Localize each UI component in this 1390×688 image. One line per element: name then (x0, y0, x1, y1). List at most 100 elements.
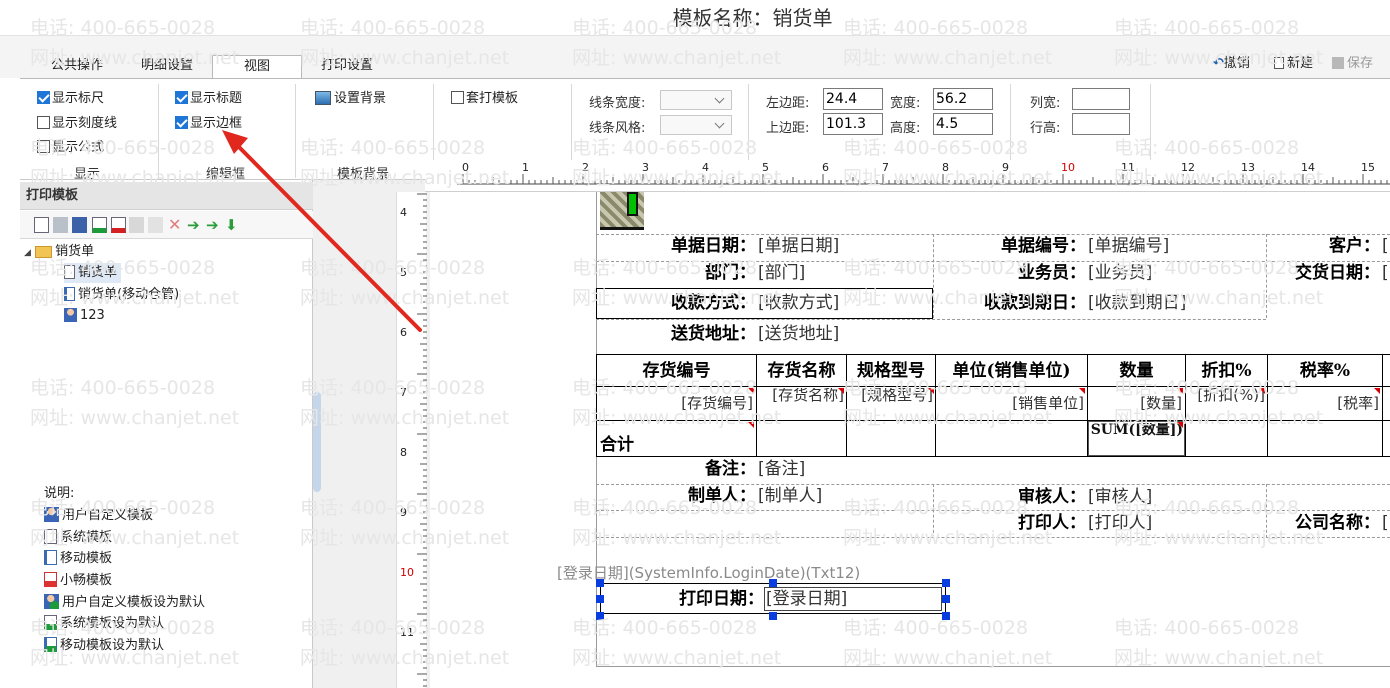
template-panel-header: 打印模板 (20, 182, 313, 210)
set-background-button[interactable]: 设置背景 (315, 90, 386, 108)
table-cell-tax-rate[interactable]: [税率] (1269, 396, 1379, 411)
resize-handle-se[interactable] (942, 612, 950, 620)
remove-icon[interactable]: ✕ (168, 217, 183, 233)
field-label-reviewer[interactable]: 审核人： (936, 485, 1086, 509)
show-scale-lines-checkbox[interactable]: 显示刻度线 (37, 115, 117, 133)
table-cell-item-name[interactable]: [存货名称] (758, 388, 844, 403)
table-cell-discount[interactable]: [折扣(%)] (1187, 388, 1265, 403)
table-header-discount[interactable]: 折扣% (1186, 355, 1267, 387)
undo-icon: ↶ (1213, 56, 1224, 71)
tree-item-sales-order-mobile[interactable]: 销货单(移动仓管) (64, 285, 179, 305)
tab-view[interactable]: 视图 (212, 55, 302, 78)
table-header-item-code[interactable]: 存货编号 (597, 355, 756, 387)
import-icon[interactable]: ➔ (187, 217, 202, 233)
mobile-template-icon (44, 550, 57, 565)
table-cell-unit[interactable]: [销售单位] (937, 396, 1084, 411)
field-label-creator[interactable]: 制单人： (600, 484, 756, 508)
table-header-unit[interactable]: 单位(销售单位) (936, 355, 1087, 387)
set-default-icon[interactable] (92, 217, 107, 233)
tab-print-settings[interactable]: 打印设置 (304, 55, 390, 78)
width-input[interactable]: 56.2 (933, 88, 993, 110)
print-date-value-box (764, 587, 942, 611)
field-value-customer[interactable]: [ (1382, 234, 1389, 258)
field-value-payment-due[interactable]: [收款到期日] (1088, 291, 1186, 315)
field-value-department[interactable]: [部门] (758, 261, 805, 285)
tab-detail-settings[interactable]: 明细设置 (124, 55, 210, 78)
field-label-payment-method[interactable]: 收款方式： (600, 291, 756, 315)
left-margin-input[interactable]: 24.4 (823, 88, 883, 110)
field-label-delivery-date[interactable]: 交货日期： (1266, 261, 1380, 285)
field-value-creator[interactable]: [制单人] (758, 484, 822, 508)
table-header-tax-rate[interactable]: 税率% (1268, 355, 1382, 387)
line-style-select[interactable] (660, 115, 732, 135)
table-total-sum[interactable]: SUM([数量]) (1090, 423, 1183, 438)
new-template-icon[interactable] (34, 217, 49, 233)
top-margin-input[interactable]: 101.3 (823, 113, 883, 135)
chevron-down-icon (714, 118, 725, 129)
overlay-template-checkbox[interactable]: 套打模板 (451, 90, 518, 108)
field-value-delivery-date[interactable]: [ (1382, 261, 1389, 285)
mobile-default-icon (44, 637, 57, 652)
field-label-payment-due[interactable]: 收款到期日： (936, 291, 1086, 315)
field-value-payment-method[interactable]: [收款方式] (758, 291, 839, 315)
ruler-number: 3 (642, 161, 649, 174)
undo-button[interactable]: ↶撤销 (1213, 54, 1250, 74)
table-cell-item-code[interactable]: [存货编号] (598, 396, 753, 411)
download-icon[interactable]: ⬇ (225, 217, 240, 233)
resize-handle-nw[interactable] (596, 579, 604, 587)
field-label-customer[interactable]: 客户： (1270, 234, 1380, 258)
row-height-input[interactable] (1072, 113, 1130, 135)
tab-common-ops[interactable]: 公共操作 (34, 55, 120, 78)
edit-template-icon[interactable] (72, 217, 87, 233)
field-value-remarks[interactable]: [备注] (758, 457, 805, 481)
table-cell-quantity[interactable]: [数量] (1089, 396, 1182, 411)
field-value-reviewer[interactable]: [审核人] (1088, 485, 1152, 509)
tree-item-123[interactable]: 123 (64, 306, 105, 326)
splitter-handle[interactable] (313, 392, 321, 492)
field-value-doc-date[interactable]: [单据日期] (758, 234, 839, 258)
resize-handle-s[interactable] (769, 612, 777, 620)
show-title-checkbox[interactable]: 显示标题 (175, 90, 242, 108)
show-border-checkbox[interactable]: 显示边框 (175, 115, 242, 133)
field-label-department[interactable]: 部门： (600, 261, 756, 285)
show-formula-checkbox[interactable]: 显示公式 (37, 139, 104, 157)
field-label-printer[interactable]: 打印人： (936, 511, 1086, 535)
field-value-company-name[interactable]: [ (1382, 511, 1389, 535)
height-input[interactable]: 4.5 (933, 113, 993, 135)
field-label-ship-address[interactable]: 送货地址： (600, 322, 756, 346)
save-button[interactable]: 保存 (1332, 54, 1373, 74)
table-header-quantity[interactable]: 数量 (1088, 355, 1185, 387)
table-total-label[interactable]: 合计 (600, 433, 634, 457)
line-width-select[interactable] (660, 90, 732, 110)
table-header-spec[interactable]: 规格型号 (847, 355, 935, 387)
field-label-doc-number[interactable]: 单据编号： (936, 234, 1086, 258)
field-label-print-date[interactable]: 打印日期： (602, 587, 764, 611)
field-value-ship-address[interactable]: [送货地址] (758, 322, 839, 346)
field-label-company-name[interactable]: 公司名称： (1266, 511, 1380, 535)
show-ruler-checkbox[interactable]: 显示标尺 (37, 90, 104, 108)
table-cell-spec[interactable]: [规格型号] (848, 388, 933, 403)
resize-handle-ne[interactable] (942, 579, 950, 587)
resize-handle-n[interactable] (769, 579, 777, 587)
field-value-printer[interactable]: [打印人] (1088, 511, 1152, 535)
rename-template-icon[interactable] (148, 217, 163, 233)
copy-template-icon[interactable] (129, 217, 144, 233)
ruler-number: 15 (1361, 161, 1375, 174)
table-header-item-name[interactable]: 存货名称 (757, 355, 846, 387)
field-value-doc-number[interactable]: [单据编号] (1088, 234, 1169, 258)
new-button[interactable]: 新建 (1274, 54, 1313, 74)
cell-marker (748, 388, 754, 394)
delete-template-icon[interactable] (111, 217, 126, 233)
save-template-icon[interactable] (53, 217, 68, 233)
tree-root-node[interactable]: ◢ 销货单 (24, 242, 94, 262)
export-icon[interactable]: ➔ (206, 217, 221, 233)
field-label-salesperson[interactable]: 业务员： (936, 261, 1086, 285)
field-label-doc-date[interactable]: 单据日期： (600, 234, 756, 258)
resize-handle-w[interactable] (596, 595, 604, 603)
resize-handle-e[interactable] (942, 595, 950, 603)
field-label-remarks[interactable]: 备注： (600, 457, 756, 481)
field-value-salesperson[interactable]: [业务员] (1088, 261, 1152, 285)
tree-item-sales-order[interactable]: 销货单 (64, 263, 122, 283)
column-width-input[interactable] (1072, 88, 1130, 110)
resize-handle-sw[interactable] (596, 612, 604, 620)
